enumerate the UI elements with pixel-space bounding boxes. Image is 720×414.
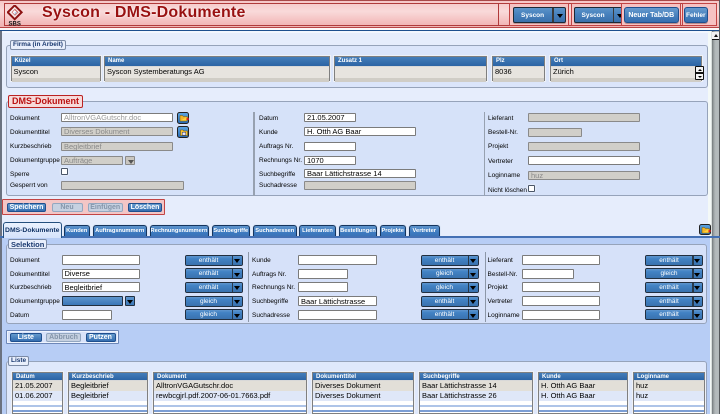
svg-text:SBS: SBS <box>9 22 21 28</box>
